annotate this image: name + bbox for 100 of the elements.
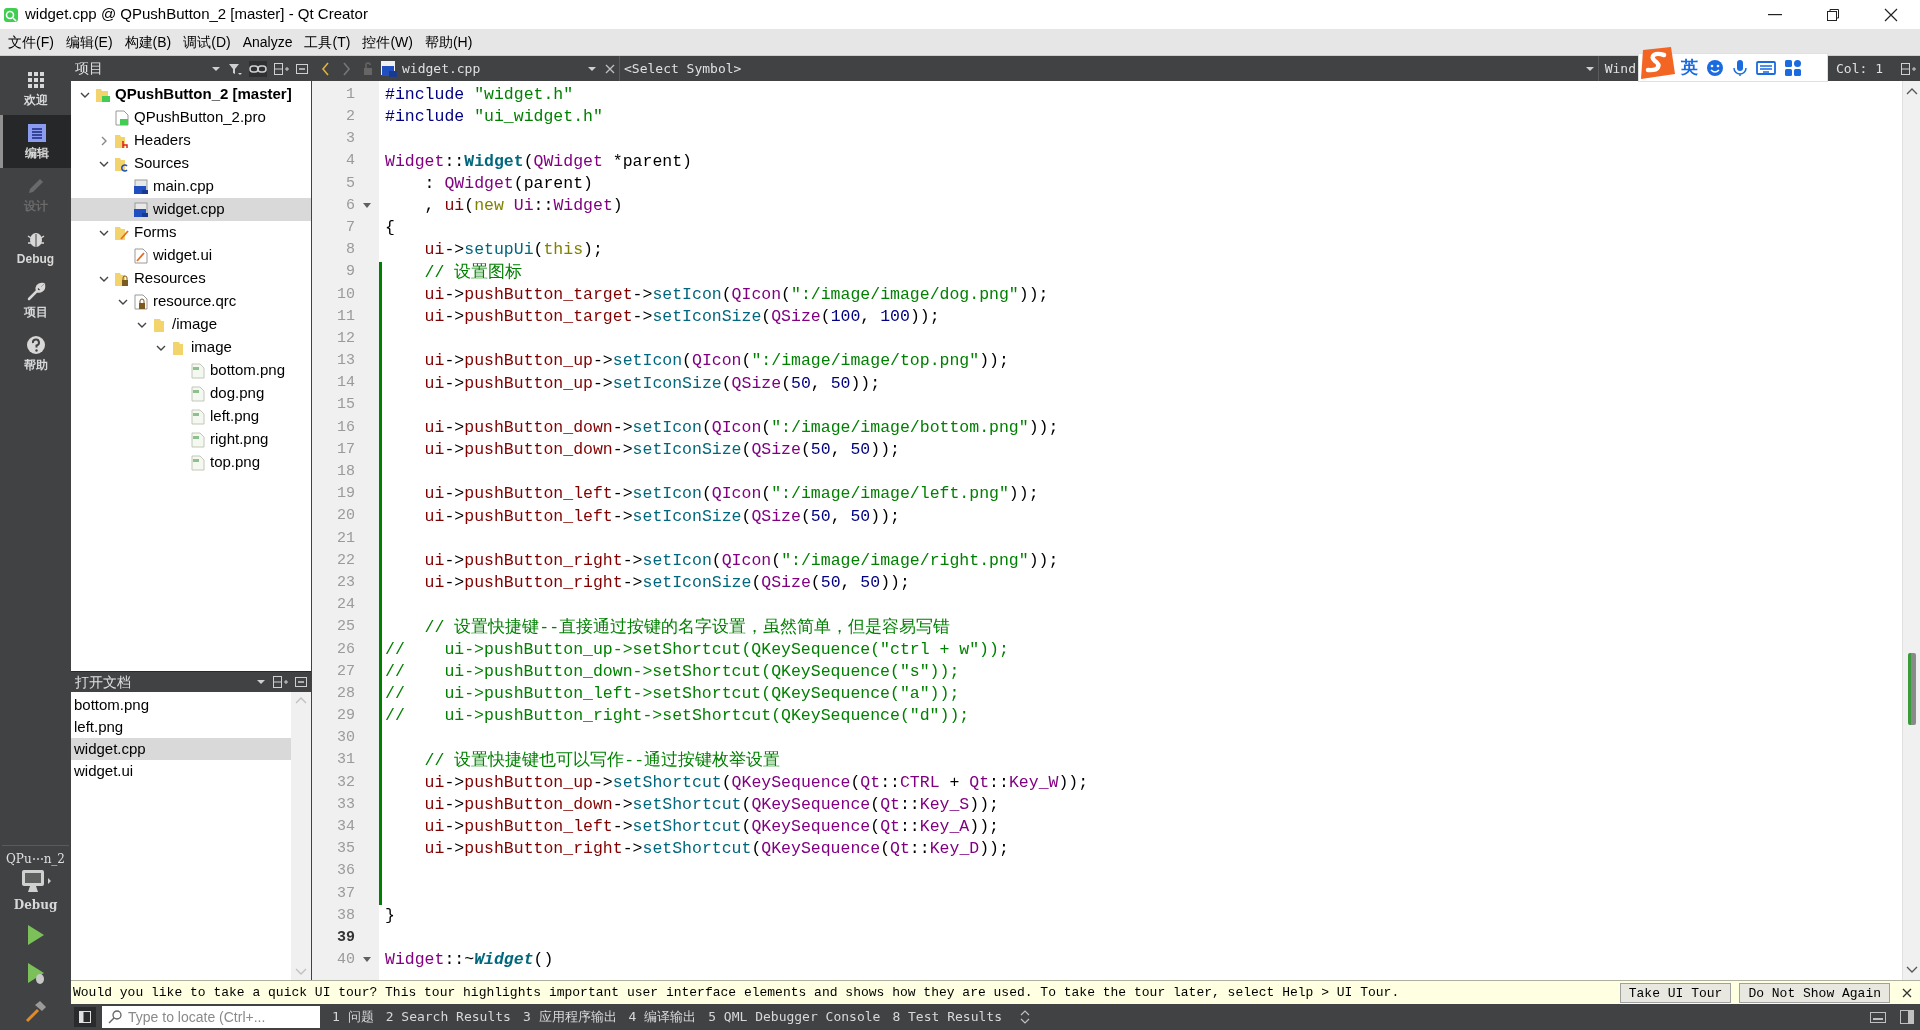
- mode-button[interactable]: 帮助: [0, 327, 71, 380]
- code-line: ui->pushButton_left->setShortcut(QKeySequence(Qt::Key_A));: [423, 816, 999, 839]
- tour-button[interactable]: Take UI Tour: [1619, 982, 1732, 1003]
- tree-item[interactable]: dog.png: [71, 382, 311, 405]
- tree-item[interactable]: Forms: [71, 221, 311, 244]
- tree-item[interactable]: QPushButton_2 [master]: [71, 83, 311, 106]
- tree-item[interactable]: QPushButton_2.pro: [71, 106, 311, 129]
- tree-item[interactable]: left.png: [71, 405, 311, 428]
- code-line: ui->pushButton_left->setIcon(QIcon(":/image/image/left.png"));: [423, 483, 1039, 506]
- close-panel-icon[interactable]: [294, 674, 308, 690]
- smiley-icon[interactable]: [1706, 58, 1724, 77]
- dropdown-icon[interactable]: [212, 66, 220, 71]
- open-document-item[interactable]: widget.cpp: [71, 738, 291, 760]
- hammer-icon: [23, 999, 48, 1023]
- output-pane-tab[interactable]: 4 编译输出: [628, 1007, 697, 1027]
- tree-item[interactable]: /image: [71, 313, 311, 336]
- tour-button[interactable]: Do Not Show Again: [1739, 982, 1890, 1003]
- menu-item[interactable]: 控件(W): [356, 31, 419, 53]
- microphone-icon[interactable]: [1732, 58, 1748, 77]
- image-file-icon: [190, 385, 206, 402]
- code-line: // 设置快捷键也可以写作--通过按键枚举设置: [423, 749, 781, 772]
- mode-button[interactable]: Debug: [0, 221, 71, 274]
- output-toggle-icon[interactable]: [1870, 1010, 1886, 1024]
- line-number: 1: [345, 84, 355, 105]
- code-line: ui->pushButton_target->setIconSize(QSize(100, 100));: [423, 305, 940, 328]
- menu-item[interactable]: 构建(B): [118, 31, 178, 53]
- output-pane-tab[interactable]: 3 应用程序输出: [522, 1007, 617, 1027]
- open-document-item[interactable]: left.png: [71, 716, 291, 738]
- line-number: 9: [345, 262, 355, 283]
- link-icon[interactable]: [249, 60, 267, 77]
- split-icon[interactable]: [272, 674, 288, 690]
- mode-button[interactable]: 编辑: [0, 115, 71, 168]
- code-line: // 设置快捷键--直接通过按键的名字设置，虽然简单，但是容易写错: [423, 616, 951, 639]
- tree-item[interactable]: right.png: [71, 428, 311, 451]
- expand-icon[interactable]: [1019, 1010, 1030, 1024]
- scroll-up-icon: [295, 696, 307, 704]
- mode-button[interactable]: 欢迎: [0, 62, 71, 115]
- keyboard-icon[interactable]: [1756, 58, 1776, 77]
- menu-item[interactable]: 文件(F): [2, 31, 60, 53]
- tree-item[interactable]: Headers: [71, 129, 311, 152]
- document-icon: [27, 123, 47, 143]
- source-folder-icon: [114, 155, 130, 172]
- file-selector[interactable]: widget.cpp: [378, 56, 600, 81]
- menu-item[interactable]: 编辑(E): [59, 31, 119, 53]
- scroll-up-icon: [1905, 87, 1918, 95]
- sidebar-toggle-button[interactable]: [74, 1007, 96, 1027]
- code-line: #include "widget.h": [385, 84, 574, 107]
- line-number: 26: [336, 639, 355, 660]
- tree-item[interactable]: Sources: [71, 152, 311, 175]
- close-icon: [603, 62, 616, 75]
- scrollbar[interactable]: [291, 692, 311, 980]
- right-sidebar-icon[interactable]: [1900, 1010, 1914, 1024]
- menu-item[interactable]: Analyze: [236, 31, 299, 53]
- kit-selector[interactable]: QPu⋯n_2 Debug: [0, 846, 71, 916]
- scroll-down-icon: [295, 968, 307, 976]
- menu-item[interactable]: 调试(D): [177, 31, 237, 53]
- line-number: 27: [336, 661, 355, 682]
- panel-title: 打开文档: [75, 672, 131, 692]
- line-number: 3: [345, 129, 355, 150]
- image-file-icon: [190, 408, 206, 425]
- ime-language[interactable]: 英: [1681, 57, 1698, 78]
- help-icon: [25, 335, 46, 355]
- output-pane-tab[interactable]: 2 Search Results: [385, 1007, 511, 1027]
- back-icon[interactable]: [320, 60, 330, 77]
- tree-item[interactable]: widget.cpp: [71, 198, 311, 221]
- line-number: 11: [336, 306, 355, 327]
- line-number: 22: [336, 550, 355, 571]
- line-number: 10: [336, 284, 355, 305]
- split-icon[interactable]: [1900, 60, 1916, 77]
- output-pane-tab[interactable]: 8 Test Results: [892, 1007, 1002, 1027]
- tree-item[interactable]: image: [71, 336, 311, 359]
- code-line: ui->pushButton_down->setIcon(QIcon(":/image/image/bottom.png"));: [423, 416, 1059, 439]
- tree-item[interactable]: Resources: [71, 267, 311, 290]
- code-line: ui->setupUi(this);: [423, 239, 603, 262]
- line-number: 33: [336, 794, 355, 815]
- tree-item[interactable]: widget.ui: [71, 244, 311, 267]
- locator-field[interactable]: Type to locate (Ctrl+...: [102, 1006, 320, 1028]
- open-document-item[interactable]: widget.ui: [71, 760, 291, 782]
- menu-item[interactable]: 帮助(H): [418, 31, 479, 53]
- project-folder-icon: [95, 86, 111, 103]
- tree-item[interactable]: top.png: [71, 451, 311, 474]
- output-pane-tab[interactable]: 5 QML Debugger Console: [708, 1007, 881, 1027]
- code-line: Widget::Widget(QWidget *parent): [385, 150, 692, 173]
- scrollbar[interactable]: [1902, 81, 1920, 980]
- cursor-position: Col: 1: [1836, 59, 1884, 78]
- menu-item[interactable]: 工具(T): [298, 31, 357, 53]
- dropdown-icon[interactable]: [257, 680, 265, 684]
- mode-button[interactable]: 项目: [0, 274, 71, 327]
- line-number: 13: [336, 351, 355, 372]
- line-number: 32: [336, 772, 355, 793]
- search-icon: [108, 1010, 124, 1024]
- toolbox-icon[interactable]: [1784, 58, 1802, 77]
- scroll-thumb[interactable]: [1907, 653, 1916, 725]
- tree-item[interactable]: bottom.png: [71, 359, 311, 382]
- open-document-item[interactable]: bottom.png: [71, 694, 291, 716]
- split-icon[interactable]: [273, 60, 289, 77]
- tree-item[interactable]: resource.qrc: [71, 290, 311, 313]
- tree-item[interactable]: main.cpp: [71, 175, 311, 198]
- output-pane-tab[interactable]: 1 问题: [332, 1007, 374, 1027]
- header-folder-icon: [114, 132, 130, 149]
